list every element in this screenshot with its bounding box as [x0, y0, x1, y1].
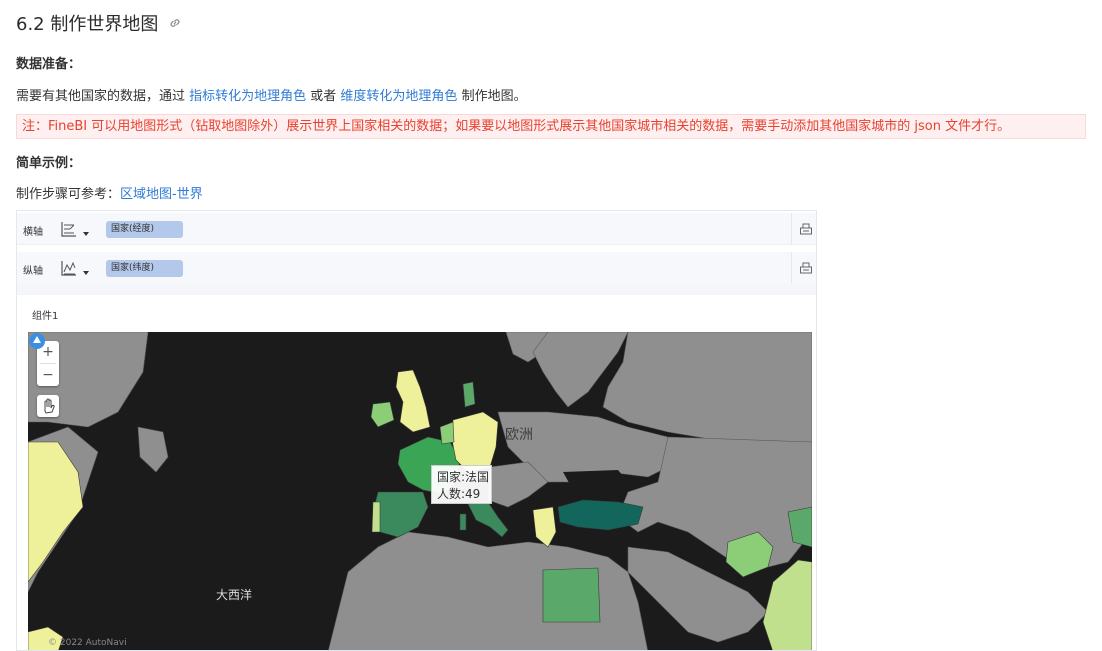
link-icon[interactable] — [168, 16, 182, 30]
world-map[interactable]: + − 欧洲 大西洋 国家:法国 人数:49 © 2022 AutoNavi — [28, 332, 812, 651]
zoom-out-button[interactable]: − — [37, 364, 59, 386]
dimension-to-geo-link[interactable]: 维度转化为地理角色 — [340, 89, 457, 104]
y-axis-type-icon[interactable] — [60, 259, 78, 277]
tooltip-country: 国家:法国 — [437, 470, 490, 484]
y-axis-dropdown-caret-icon[interactable] — [83, 271, 89, 275]
x-axis-label: 横轴 — [23, 227, 43, 238]
x-axis-type-icon[interactable] — [60, 220, 78, 238]
country-sardinia — [459, 513, 467, 531]
tooltip-value: 人数:49 — [437, 487, 481, 501]
data-prep-text-post: 制作地图。 — [457, 89, 527, 104]
component-title: 组件1 — [32, 311, 59, 322]
y-axis-label: 纵轴 — [23, 266, 43, 277]
indicator-to-geo-link[interactable]: 指标转化为地理角色 — [189, 89, 306, 104]
bi-component-panel: 横轴 国家(经度) 纵轴 国家(纬度) 组件1 + − 欧洲 大西洋 国家:法国… — [16, 210, 817, 651]
x-axis-divider — [791, 213, 792, 245]
data-prep-paragraph: 需要有其他国家的数据，通过 指标转化为地理角色 或者 维度转化为地理角色 制作地… — [16, 85, 527, 104]
atlantic-ocean-label: 大西洋 — [216, 588, 253, 602]
data-prep-text-pre: 需要有其他国家的数据，通过 — [16, 89, 190, 104]
example-heading: 简单示例： — [16, 156, 82, 171]
map-attribution: © 2022 AutoNavi — [48, 638, 127, 648]
section-title: 6.2 制作世界地图 — [16, 10, 182, 36]
panel-separator — [17, 283, 816, 295]
amap-logo-icon — [29, 333, 45, 349]
y-axis-field-chip[interactable]: 国家(纬度) — [106, 260, 183, 277]
world-region-map-link[interactable]: 区域地图-世界 — [120, 187, 203, 202]
x-axis-row: 横轴 国家(经度) — [17, 213, 816, 245]
steps-paragraph: 制作步骤可参考：区域地图-世界 — [16, 183, 203, 202]
country-portugal — [371, 501, 381, 533]
map-canvas[interactable] — [28, 332, 812, 651]
y-axis-divider — [791, 252, 792, 284]
country-egypt — [542, 567, 601, 623]
data-prep-heading: 数据准备： — [16, 57, 82, 72]
y-axis-settings-icon[interactable] — [799, 261, 813, 275]
steps-text: 制作步骤可参考： — [16, 187, 121, 202]
pan-tool-button[interactable] — [37, 395, 59, 417]
x-axis-field-chip[interactable]: 国家(经度) — [106, 221, 183, 238]
section-title-text: 6.2 制作世界地图 — [16, 14, 159, 35]
y-axis-row: 纵轴 国家(纬度) — [17, 252, 816, 284]
country-denmark — [462, 381, 476, 408]
note-box: 注：FineBI 可以用地图形式（钻取地图除外）展示世界上国家相关的数据；如果要… — [16, 114, 1086, 139]
country-germany — [451, 411, 499, 473]
x-axis-settings-icon[interactable] — [799, 222, 813, 236]
europe-region-label: 欧洲 — [505, 427, 533, 443]
x-axis-dropdown-caret-icon[interactable] — [83, 232, 89, 236]
hand-icon — [44, 398, 55, 414]
data-prep-text-mid: 或者 — [306, 89, 341, 104]
map-tooltip: 国家:法国 人数:49 — [431, 465, 492, 504]
